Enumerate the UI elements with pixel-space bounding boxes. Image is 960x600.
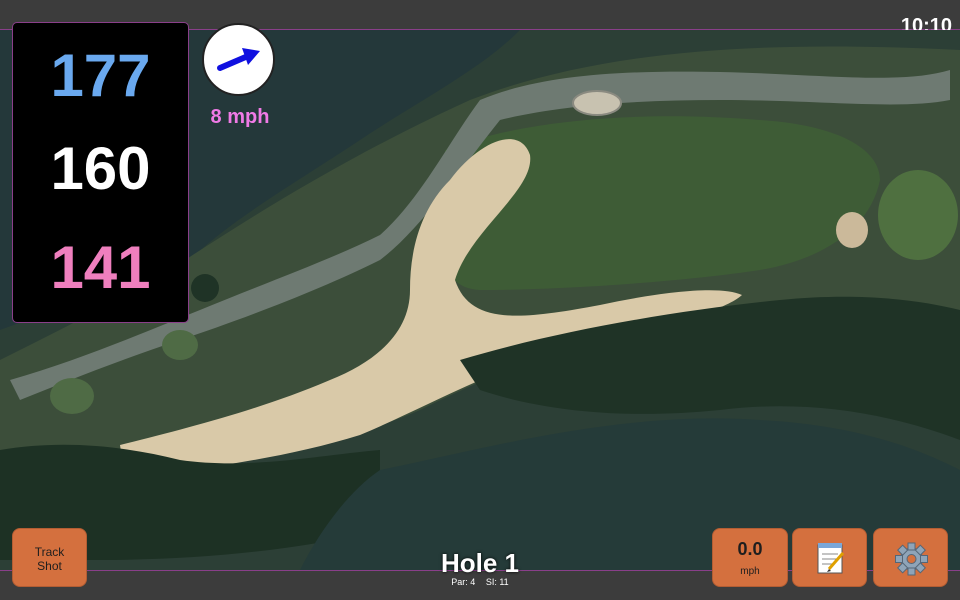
distance-middle: 160 [50, 135, 151, 202]
distance-panel: 177 160 141 [12, 22, 189, 323]
distance-back: 177 [50, 42, 151, 109]
wind-speed-button[interactable]: 0.0 mph [712, 528, 788, 587]
hole-info: Par: 4 SI: 11 [380, 577, 580, 587]
distance-front: 141 [50, 234, 151, 301]
wind-button-unit: mph [740, 566, 760, 577]
settings-button[interactable] [873, 528, 948, 587]
hole-par: Par: 4 [451, 577, 476, 587]
notes-button[interactable] [792, 528, 867, 587]
track-shot-button[interactable]: Track Shot [12, 528, 87, 587]
track-shot-label-line2: Shot [37, 559, 62, 573]
notepad-icon [817, 543, 845, 574]
arrow-right-icon [217, 48, 260, 71]
wind-direction-indicator [202, 23, 275, 96]
hole-title: Hole 1 [440, 548, 520, 578]
wind-button-value: 0.0 [737, 539, 763, 559]
track-shot-label-line1: Track [34, 545, 65, 559]
gear-icon [895, 542, 928, 576]
hole-stroke-index: SI: 11 [485, 577, 509, 587]
wind-speed-label: 8 mph [210, 106, 270, 128]
